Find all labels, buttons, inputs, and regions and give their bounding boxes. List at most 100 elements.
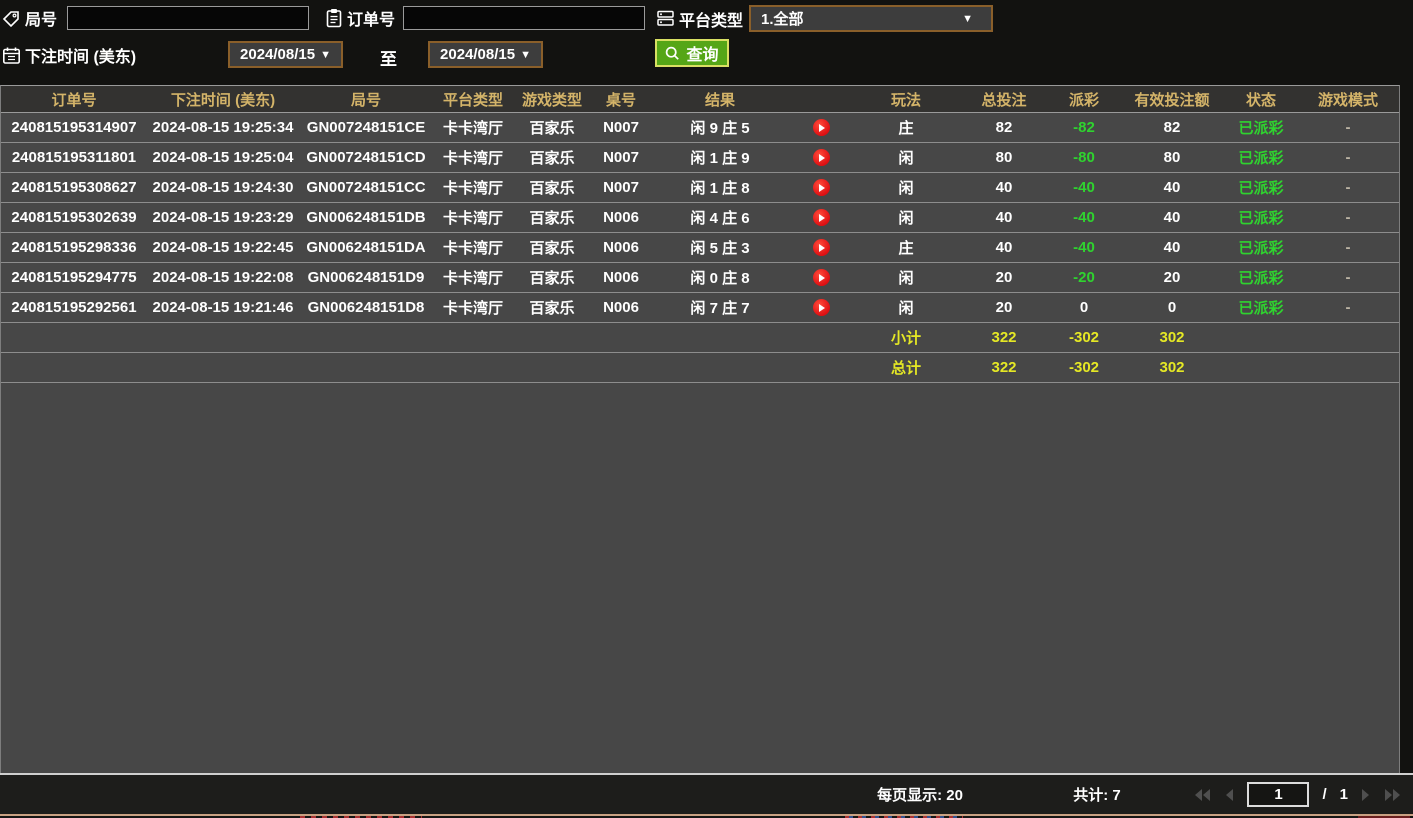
cell-platform: 卡卡湾厅	[433, 113, 513, 142]
cell-total-bet: 40	[959, 173, 1049, 202]
cell-play	[789, 143, 853, 172]
cell-play-type: 闲	[853, 263, 959, 292]
table-header: 订单号下注时间 (美东)局号平台类型游戏类型桌号结果玩法总投注派彩有效投注额状态…	[1, 86, 1399, 113]
column-header: 订单号	[1, 86, 147, 112]
subtotal-row-cell	[433, 323, 513, 352]
bet-time-label: 下注时间 (美东)	[25, 43, 136, 67]
cell-order-no: 240815195292561	[1, 293, 147, 322]
cell-status: 已派彩	[1225, 173, 1297, 202]
cell-bet-time: 2024-08-15 19:21:46	[147, 293, 299, 322]
play-icon[interactable]	[813, 299, 830, 316]
column-header: 派彩	[1049, 86, 1119, 112]
grand-total-row-cell	[299, 353, 433, 382]
cell-game-type: 百家乐	[513, 263, 591, 292]
cell-bet-time: 2024-08-15 19:22:08	[147, 263, 299, 292]
cell-play-type: 闲	[853, 293, 959, 322]
cell-play-type: 闲	[853, 173, 959, 202]
column-header: 下注时间 (美东)	[147, 86, 299, 112]
play-icon[interactable]	[813, 239, 830, 256]
chevron-down-icon: ▼	[520, 49, 531, 61]
order-number-input[interactable]	[403, 6, 645, 30]
table-row: 2408151953026392024-08-15 19:23:29GN0062…	[1, 203, 1399, 233]
cell-platform: 卡卡湾厅	[433, 233, 513, 262]
play-icon[interactable]	[813, 209, 830, 226]
cell-round-no: GN007248151CC	[299, 173, 433, 202]
table-row: 2408151952947752024-08-15 19:22:08GN0062…	[1, 263, 1399, 293]
cell-platform: 卡卡湾厅	[433, 203, 513, 232]
play-icon[interactable]	[813, 119, 830, 136]
next-page-icon[interactable]	[1361, 788, 1371, 802]
grand-total-row-cell: 302	[1119, 353, 1225, 382]
cell-round-no: GN007248151CE	[299, 113, 433, 142]
cell-table-no: N007	[591, 113, 651, 142]
table-row: 2408151953118012024-08-15 19:25:04GN0072…	[1, 143, 1399, 173]
grand-total-row: 总计322-302302	[1, 353, 1399, 383]
column-header: 有效投注额	[1119, 86, 1225, 112]
page-number-input[interactable]	[1247, 782, 1309, 807]
search-icon	[665, 46, 680, 61]
round-number-field-group: 局号	[2, 6, 309, 30]
cell-round-no: GN007248151CD	[299, 143, 433, 172]
cell-table-no: N006	[591, 233, 651, 262]
first-page-icon[interactable]	[1194, 788, 1211, 802]
cell-platform: 卡卡湾厅	[433, 143, 513, 172]
order-number-field-group: 订单号	[325, 6, 645, 30]
column-header: 状态	[1225, 86, 1297, 112]
cell-game-type: 百家乐	[513, 203, 591, 232]
cell-mode: -	[1297, 293, 1399, 322]
column-header: 结果	[651, 86, 789, 112]
chevron-down-icon: ▼	[962, 13, 973, 25]
cell-result: 闲 5 庄 3	[651, 233, 789, 262]
tag-icon	[2, 9, 21, 28]
subtotal-row-cell: 322	[959, 323, 1049, 352]
cell-mode: -	[1297, 263, 1399, 292]
cell-valid-bet: 82	[1119, 113, 1225, 142]
cell-order-no: 240815195314907	[1, 113, 147, 142]
cell-result: 闲 0 庄 8	[651, 263, 789, 292]
cell-table-no: N006	[591, 263, 651, 292]
date-from-value: 2024/08/15	[240, 46, 315, 63]
round-number-input[interactable]	[67, 6, 309, 30]
grand-total-row-cell	[513, 353, 591, 382]
order-number-label: 订单号	[347, 6, 395, 30]
query-button[interactable]: 查询	[655, 39, 729, 67]
page-separator: /	[1322, 786, 1326, 803]
table-row: 2408151953086272024-08-15 19:24:30GN0072…	[1, 173, 1399, 203]
cell-round-no: GN006248151DA	[299, 233, 433, 262]
cell-total-bet: 20	[959, 293, 1049, 322]
cell-total-bet: 20	[959, 263, 1049, 292]
column-header: 玩法	[853, 86, 959, 112]
per-page-label: 每页显示: 20	[860, 775, 980, 814]
cell-payout: 0	[1049, 293, 1119, 322]
orders-table: 订单号下注时间 (美东)局号平台类型游戏类型桌号结果玩法总投注派彩有效投注额状态…	[0, 85, 1400, 773]
subtotal-row-cell	[147, 323, 299, 352]
cell-status: 已派彩	[1225, 293, 1297, 322]
cell-game-type: 百家乐	[513, 113, 591, 142]
cell-table-no: N007	[591, 173, 651, 202]
cell-payout: -40	[1049, 203, 1119, 232]
cell-payout: -40	[1049, 233, 1119, 262]
play-icon[interactable]	[813, 269, 830, 286]
cell-play-type: 闲	[853, 143, 959, 172]
cell-result: 闲 9 庄 5	[651, 113, 789, 142]
cell-mode: -	[1297, 233, 1399, 262]
grand-total-row-cell	[1, 353, 147, 382]
platform-type-value: 1.全部	[761, 8, 804, 29]
cell-round-no: GN006248151D8	[299, 293, 433, 322]
date-to-select[interactable]: 2024/08/15 ▼	[428, 41, 543, 68]
play-icon[interactable]	[813, 179, 830, 196]
prev-page-icon[interactable]	[1224, 788, 1234, 802]
date-from-select[interactable]: 2024/08/15 ▼	[228, 41, 343, 68]
cell-platform: 卡卡湾厅	[433, 293, 513, 322]
cell-game-type: 百家乐	[513, 173, 591, 202]
cell-order-no: 240815195298336	[1, 233, 147, 262]
play-icon[interactable]	[813, 149, 830, 166]
cell-order-no: 240815195302639	[1, 203, 147, 232]
platform-type-select[interactable]: 1.全部 ▼	[749, 5, 993, 32]
cell-payout: -82	[1049, 113, 1119, 142]
last-page-icon[interactable]	[1384, 788, 1401, 802]
grand-total-row-cell	[1297, 353, 1399, 382]
cell-result: 闲 1 庄 8	[651, 173, 789, 202]
platform-type-field-group: 平台类型 1.全部 ▼	[656, 5, 993, 32]
cell-payout: -80	[1049, 143, 1119, 172]
